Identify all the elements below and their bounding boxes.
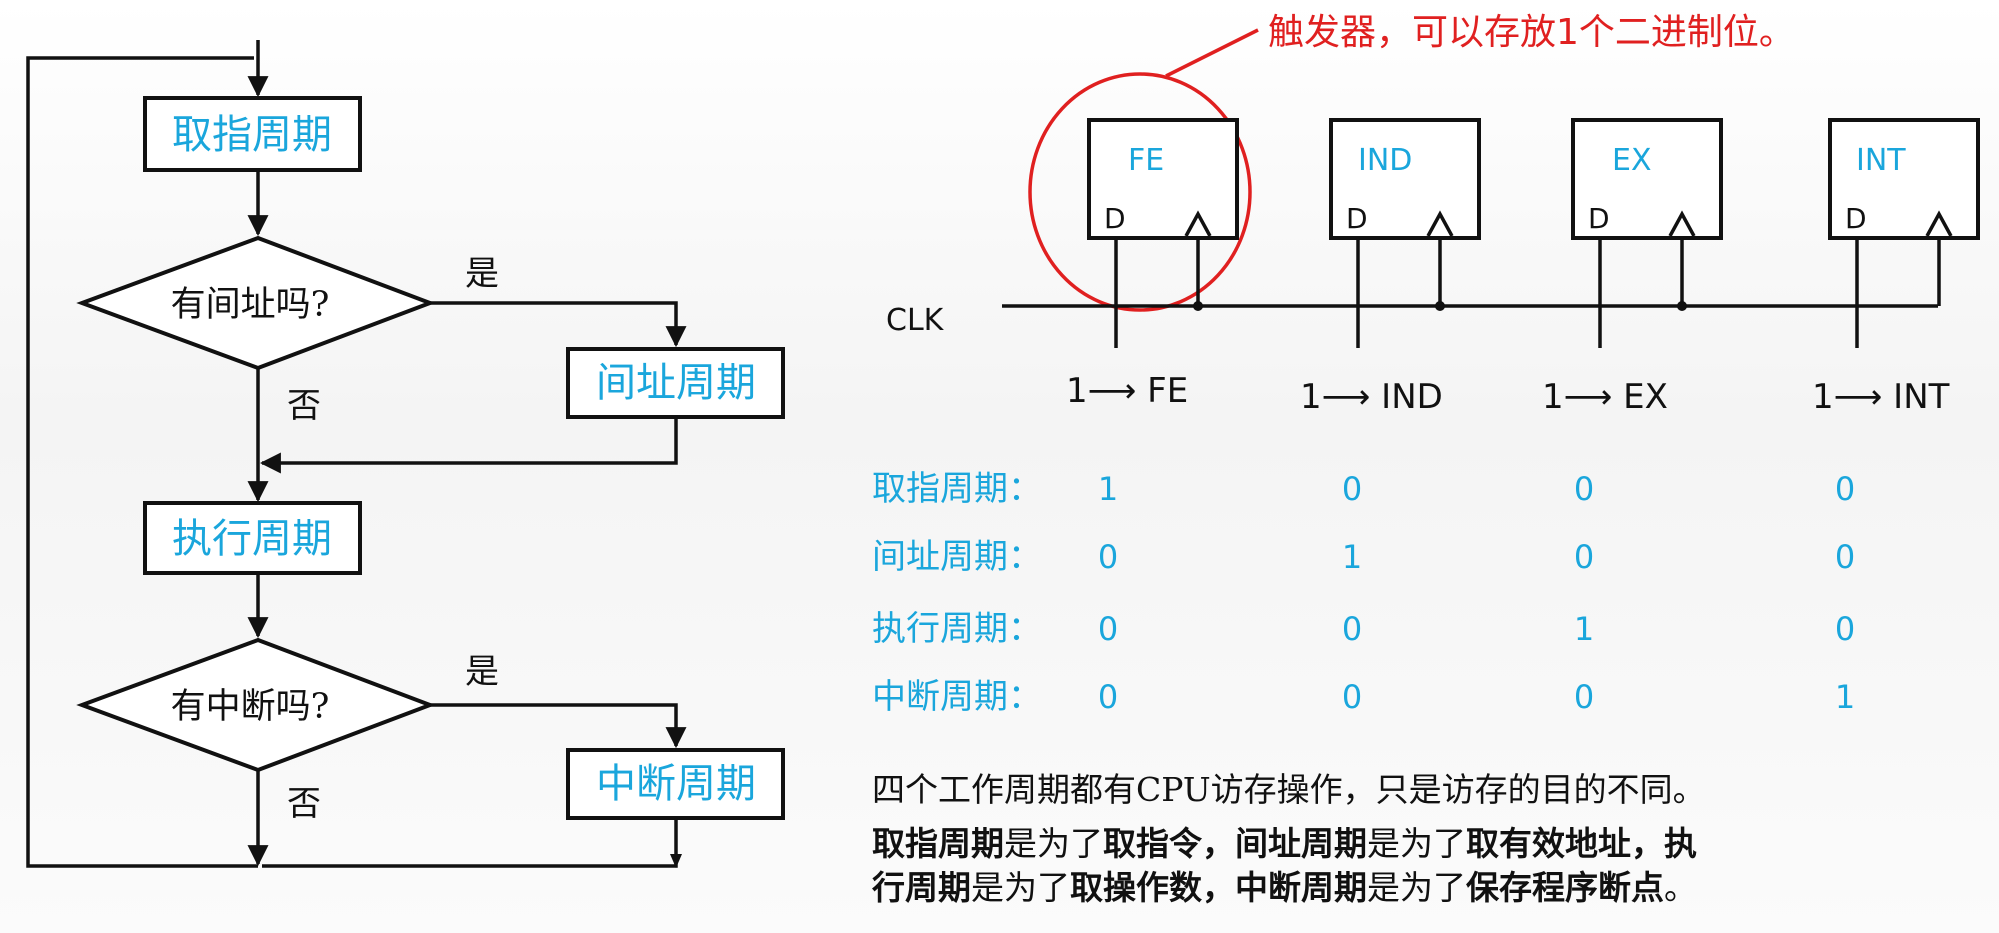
- table-cell: 1: [1574, 610, 1594, 648]
- flipflop-fe-name: FE: [1128, 143, 1164, 178]
- indirect-decision-label: 有间址吗?: [171, 285, 330, 325]
- flipflop-ex-d: D: [1588, 202, 1610, 235]
- flipflop-ex-name: EX: [1612, 143, 1652, 178]
- interrupt-return-line: [262, 818, 678, 868]
- flipflop-ind-name: IND: [1358, 143, 1412, 178]
- callout-text: 触发器，可以存放1个二进制位。: [1268, 12, 1795, 53]
- description-bold-text: 取指令，间址周期: [1103, 824, 1367, 863]
- state-table: 取指周期： 1 0 0 0 间址周期： 0 1 0 0 执行周期： 0 0 1 …: [872, 469, 1855, 717]
- description-bold-text: 保存程序断点: [1466, 868, 1664, 907]
- no-label-2: 否: [287, 784, 321, 824]
- flipflop-ind: IND D 1⟶ IND: [1300, 118, 1481, 417]
- table-row-label: 中断周期：: [872, 677, 1042, 717]
- flipflop-ind-set: 1⟶ IND: [1300, 377, 1443, 417]
- description-text: 是为了: [1367, 824, 1466, 863]
- flipflop-fe: FE D 1⟶ FE: [1066, 118, 1239, 411]
- table-cell: 0: [1835, 470, 1855, 508]
- description-text: 是为了: [971, 868, 1070, 907]
- description-text: 四个工作周期都有CPU访存操作，只是访存的目的不同。: [872, 770, 1706, 809]
- description-bold-text: 取指周期: [872, 824, 1004, 863]
- execute-cycle-label: 执行周期: [172, 516, 332, 562]
- yes-branch-indirect: [430, 301, 687, 348]
- flipflop-int-d: D: [1845, 202, 1867, 235]
- table-cell: 0: [1098, 538, 1118, 576]
- description-text: 是为了: [1367, 868, 1466, 907]
- flipflop-int-name: INT: [1856, 143, 1906, 178]
- flipflop-ex-junction: [1677, 301, 1687, 311]
- clk-label: CLK: [886, 303, 945, 338]
- clk-bus: CLK: [886, 303, 1938, 338]
- table-row-label: 执行周期：: [872, 609, 1042, 649]
- table-cell: 0: [1835, 538, 1855, 576]
- table-cell: 0: [1574, 470, 1594, 508]
- yes-label-1: 是: [465, 254, 499, 294]
- description-line-3: 行周期是为了取操作数，中断周期是为了保存程序断点。: [872, 866, 1992, 910]
- description-bold-text: 取操作数，中断周期: [1070, 868, 1367, 907]
- table-row-label: 取指周期：: [872, 469, 1042, 509]
- fetch-cycle-label: 取指周期: [172, 112, 332, 158]
- table-cell: 0: [1342, 470, 1362, 508]
- table-cell: 0: [1098, 678, 1118, 716]
- callout-pointer-line: [1165, 28, 1259, 78]
- indirect-return-line: [259, 417, 678, 474]
- description-line-1: 四个工作周期都有CPU访存操作，只是访存的目的不同。: [872, 768, 1992, 812]
- yes-label-2: 是: [465, 652, 499, 692]
- description-bold-text: 行周期: [872, 868, 971, 907]
- flipflop-ex: EX D 1⟶ EX: [1542, 118, 1723, 417]
- description-text: 。: [1664, 868, 1697, 907]
- indirect-cycle-label: 间址周期: [596, 360, 756, 406]
- flowchart: 取指周期 有间址吗? 是 间址周期 否 执行周期 有中断吗? 是 中断周期 否: [26, 40, 785, 868]
- table-cell: 1: [1835, 678, 1855, 716]
- table-cell: 0: [1574, 538, 1594, 576]
- flipflop-fe-d: D: [1104, 202, 1126, 235]
- table-cell: 1: [1342, 538, 1362, 576]
- description-line-2: 取指周期是为了取指令，间址周期是为了取有效地址，执: [872, 822, 1992, 866]
- interrupt-cycle-label: 中断周期: [596, 761, 756, 807]
- table-cell: 0: [1342, 610, 1362, 648]
- flipflop-fe-junction: [1193, 301, 1203, 311]
- flipflop-fe-set: 1⟶ FE: [1066, 371, 1188, 411]
- flipflop-int-set: 1⟶ INT: [1812, 377, 1950, 417]
- yes-branch-interrupt: [430, 703, 687, 749]
- flipflop-int: INT D 1⟶ INT: [1812, 118, 1980, 417]
- flipflop-ex-set: 1⟶ EX: [1542, 377, 1668, 417]
- interrupt-decision-label: 有中断吗?: [171, 687, 330, 727]
- table-cell: 1: [1098, 470, 1118, 508]
- no-label-1: 否: [287, 386, 321, 426]
- table-cell: 0: [1098, 610, 1118, 648]
- description-bold-text: 取有效地址，执: [1466, 824, 1697, 863]
- table-row-label: 间址周期：: [872, 537, 1042, 577]
- flipflop-ind-junction: [1435, 301, 1445, 311]
- table-cell: 0: [1342, 678, 1362, 716]
- flipflop-ind-d: D: [1346, 202, 1368, 235]
- table-cell: 0: [1574, 678, 1594, 716]
- table-cell: 0: [1835, 610, 1855, 648]
- description-text: 是为了: [1004, 824, 1103, 863]
